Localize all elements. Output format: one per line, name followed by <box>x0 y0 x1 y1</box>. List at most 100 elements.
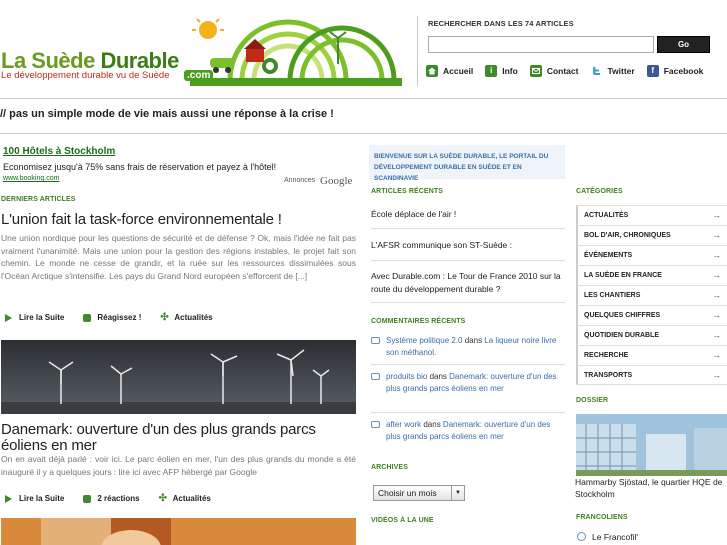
logo-tagline: Le développement durable vu de Suède <box>1 70 170 81</box>
ad-url[interactable]: www.booking.com <box>3 175 59 182</box>
category-link[interactable]: ✣ Actualités <box>157 492 211 504</box>
arrow-right-icon: → <box>712 370 721 380</box>
dossier-image[interactable] <box>576 414 727 476</box>
read-more-link[interactable]: Lire la Suite <box>3 494 64 503</box>
category-item[interactable]: ACTUALITÉS → <box>576 205 727 225</box>
divider <box>371 228 565 229</box>
recent-article-link[interactable]: Avec Durable.com : Le Tour de France 201… <box>371 270 561 295</box>
nav-facebook-label: Facebook <box>663 66 704 76</box>
nav-info-label: Info <box>502 66 518 76</box>
site-header: La Suède Durable Le développement durabl… <box>0 0 727 98</box>
videos-heading: VIDÉOS À LA UNE <box>371 517 434 524</box>
search-input[interactable] <box>428 36 654 53</box>
divider <box>371 302 565 303</box>
site-slogan: // pas un simple mode de vie mais aussi … <box>0 108 334 120</box>
recent-article-link[interactable]: L'AFSR communique son ST-Suède : <box>371 239 561 252</box>
article-image-child[interactable] <box>1 518 356 545</box>
categories-heading: CATÉGORIES <box>576 188 623 195</box>
category-item[interactable]: LES CHANTIERS → <box>576 285 727 305</box>
dossier-heading: DOSSIER <box>576 397 609 404</box>
category-item[interactable]: LA SUÈDE EN FRANCE → <box>576 265 727 285</box>
recent-articles-heading: ARTICLES RÉCENTS <box>371 188 443 195</box>
article-title[interactable]: L'union fait la task-force environnement… <box>1 212 282 228</box>
comment-icon <box>371 337 380 344</box>
category-link[interactable]: ✣ Actualités <box>158 311 212 323</box>
sparkle-icon: ✣ <box>158 492 167 504</box>
nav-contact-label: Contact <box>546 66 579 76</box>
ad-text: Economisez jusqu'à 75% sans frais de rés… <box>3 162 277 172</box>
arrow-right-icon: → <box>712 250 721 260</box>
category-item[interactable]: TRANSPORTS → <box>576 365 727 385</box>
comment-link[interactable]: Réagissez ! <box>81 313 141 322</box>
search-go-button[interactable]: Go <box>657 36 710 53</box>
recent-comments-heading: COMMENTAIRES RÉCENTS <box>371 318 466 325</box>
slogan-bar: // pas un simple mode de vie mais aussi … <box>0 98 727 134</box>
recent-article-link[interactable]: École déplace de l'air ! <box>371 208 561 221</box>
comments-count-link[interactable]: 2 réactions <box>81 494 140 503</box>
nav-twitter-label: Twitter <box>607 66 635 76</box>
twitter-icon <box>590 65 602 77</box>
divider <box>371 364 565 365</box>
play-icon <box>5 313 13 322</box>
comment-author-link[interactable]: after work <box>386 420 421 429</box>
read-more-link[interactable]: Lire la Suite <box>3 313 64 322</box>
comment-bubble-icon <box>83 494 92 503</box>
article-image-wind-turbines[interactable] <box>1 340 356 414</box>
nav-contact[interactable]: Contact <box>529 65 579 77</box>
latest-articles-heading: DERNIERS ARTICLES <box>1 196 76 203</box>
nav-facebook[interactable]: f Facebook <box>646 65 704 77</box>
logo-dotcom: .com <box>184 70 214 81</box>
site-logo[interactable]: La Suède Durable Le développement durabl… <box>0 14 412 94</box>
category-item[interactable]: BOL D'AIR, CHRONIQUES → <box>576 225 727 245</box>
dropdown-arrow-icon: ▼ <box>451 486 464 500</box>
welcome-box: BIENVENUE SUR LA SUÈDE DURABLE, LE PORTA… <box>369 145 565 182</box>
article-actions: Lire la Suite 2 réactions ✣ Actualités <box>3 492 228 504</box>
arrow-right-icon: → <box>712 310 721 320</box>
category-item[interactable]: QUOTIDIEN DURABLE → <box>576 325 727 345</box>
comment-author-link[interactable]: Système politique 2.0 <box>386 336 463 345</box>
category-item[interactable]: ÉVÉNEMENTS → <box>576 245 727 265</box>
arrow-right-icon: → <box>712 290 721 300</box>
nav-info[interactable]: i Info <box>485 65 518 77</box>
arrow-right-icon: → <box>712 230 721 240</box>
divider <box>371 260 565 261</box>
comment-author-link[interactable]: produits bio <box>386 372 427 381</box>
info-icon: i <box>485 65 498 77</box>
recent-comment: produits bio dans Danemark: ouverture d'… <box>371 371 561 394</box>
article-title[interactable]: Danemark: ouverture d'un des plus grands… <box>1 422 356 454</box>
category-item[interactable]: RECHERCHE → <box>576 345 727 365</box>
header-divider <box>417 16 418 86</box>
recent-comment: Système politique 2.0 dans La liqueur no… <box>371 335 561 358</box>
archives-heading: ARCHIVES <box>371 464 408 471</box>
mail-icon <box>529 65 542 77</box>
logo-landscape-icon <box>190 18 402 86</box>
ad-choices-label[interactable]: Annonces <box>284 177 315 184</box>
comment-icon <box>371 421 380 428</box>
nav-accueil-label: Accueil <box>443 66 474 76</box>
play-icon <box>5 494 13 503</box>
dossier-caption[interactable]: Hammarby Sjöstad, le quartier HQE de Sto… <box>575 477 727 500</box>
nav-twitter[interactable]: Twitter <box>590 65 635 77</box>
archive-month-select[interactable]: Choisir un mois ▼ <box>373 485 465 501</box>
francolien-link[interactable]: Le Francofil' <box>577 532 638 542</box>
top-nav: Accueil i Info Contact Twitter f Faceboo… <box>426 64 715 78</box>
archive-select-value: Choisir un mois <box>378 488 437 498</box>
divider <box>371 412 565 413</box>
comment-icon <box>371 373 380 380</box>
article-excerpt: On en avait déjà parlé : voir ici. Le pa… <box>1 454 356 477</box>
arrow-right-icon: → <box>712 270 721 280</box>
article-excerpt: Une union nordique pour les questions de… <box>1 233 356 281</box>
recent-comment: after work dans Danemark: ouverture d'un… <box>371 419 561 442</box>
ad-link[interactable]: 100 Hôtels à Stockholm <box>3 146 115 157</box>
arrow-right-icon: → <box>712 210 721 220</box>
search-label: RECHERCHER DANS LES 74 ARTICLES <box>428 19 574 28</box>
facebook-icon: f <box>646 65 659 77</box>
home-icon <box>426 65 438 77</box>
article-actions: Lire la Suite Réagissez ! ✣ Actualités <box>3 311 230 323</box>
category-item[interactable]: QUELQUES CHIFFRES → <box>576 305 727 325</box>
ad-google-logo[interactable]: Google <box>320 175 352 187</box>
link-bullet-icon <box>577 532 586 541</box>
sparkle-icon: ✣ <box>160 311 169 323</box>
thumbs-up-icon <box>83 313 92 322</box>
nav-accueil[interactable]: Accueil <box>426 65 473 77</box>
